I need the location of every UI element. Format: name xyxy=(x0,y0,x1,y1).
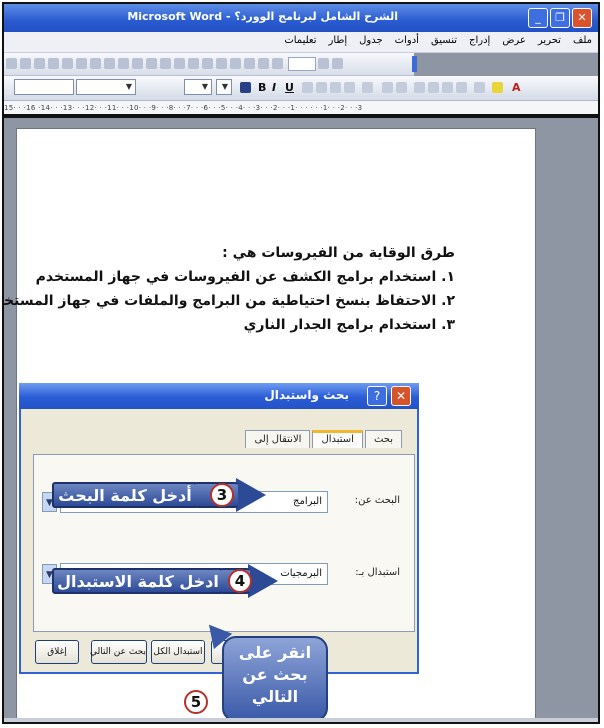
menu-tools[interactable]: أدوات xyxy=(395,35,419,46)
read-icon[interactable] xyxy=(332,58,343,69)
find-value: البرامج xyxy=(293,496,322,507)
align-center-icon[interactable] xyxy=(316,82,327,93)
format-painter-icon[interactable] xyxy=(132,58,143,69)
dialog-close-icon[interactable]: ✕ xyxy=(391,386,411,406)
document-body: طرق الوقاية من الفيروسات هي : ١. استخدام… xyxy=(2,241,455,337)
close-button[interactable]: ✕ xyxy=(572,8,592,28)
status-bar xyxy=(4,718,598,722)
menu-edit[interactable]: تحرير xyxy=(538,35,561,46)
help-icon[interactable]: ? xyxy=(367,386,387,406)
align-right-icon[interactable] xyxy=(302,82,313,93)
tab-goto[interactable]: الانتقال إلى xyxy=(245,430,311,448)
align-left-icon[interactable] xyxy=(330,82,341,93)
list-item: ٢. الاحتفاظ بنسخ احتياطية من البرامج وال… xyxy=(2,293,455,309)
menu-format[interactable]: تنسيق xyxy=(431,35,457,46)
dialog-tabs: بحث استبدال الانتقال إلى xyxy=(245,430,402,448)
insert-table-icon[interactable] xyxy=(202,58,213,69)
find-arrow xyxy=(236,478,266,512)
word-window: الشرح الشامل لبرنامج الوورد؟ - Microsoft… xyxy=(2,2,600,724)
excel-icon[interactable] xyxy=(216,58,227,69)
find-label: البحث عن: xyxy=(354,495,400,506)
rtl-icon[interactable] xyxy=(240,82,251,93)
menu-insert[interactable]: إدراج xyxy=(469,35,490,46)
help-icon[interactable] xyxy=(318,58,329,69)
menu-file[interactable]: ملف xyxy=(573,35,592,46)
font-size-combo[interactable]: ▼ xyxy=(184,79,212,95)
print-icon[interactable] xyxy=(48,58,59,69)
cut-icon[interactable] xyxy=(90,58,101,69)
spell-icon[interactable] xyxy=(76,58,87,69)
open-icon[interactable] xyxy=(20,58,31,69)
window-title: الشرح الشامل لبرنامج الوورد؟ - Microsoft… xyxy=(127,10,398,23)
step4-number: 4 xyxy=(228,569,252,593)
find-callout: أدخل كلمة البحث xyxy=(52,482,198,508)
font-color-icon[interactable]: A xyxy=(512,81,521,94)
dialog-title: بحث واستبدال xyxy=(264,388,349,402)
chevron-down-icon: ▼ xyxy=(201,82,209,91)
tab-replace[interactable]: استبدال xyxy=(312,430,363,448)
ruler-separator xyxy=(4,114,598,118)
show-hide-icon[interactable] xyxy=(272,58,283,69)
step3-number: 3 xyxy=(210,483,234,507)
list-item: ٣. استخدام برامج الجدار الناري xyxy=(243,317,455,333)
dialog-title-bar: بحث واستبدال ? ✕ xyxy=(19,383,419,409)
redo-icon[interactable] xyxy=(160,58,171,69)
replace-arrow xyxy=(248,564,278,598)
menu-bar: ملف تحرير عرض إدراج تنسيق أدوات جدول إطا… xyxy=(4,32,598,53)
menu-help[interactable]: تعليمات xyxy=(284,35,316,46)
underline-icon[interactable]: U xyxy=(285,81,294,94)
copy-icon[interactable] xyxy=(104,58,115,69)
title-bar: الشرح الشامل لبرنامج الوورد؟ - Microsoft… xyxy=(4,4,598,32)
replace-callout: ادخل كلمة الاستبدال xyxy=(52,568,224,594)
increase-indent-icon[interactable] xyxy=(456,82,467,93)
standard-toolbar xyxy=(4,53,414,76)
toolbar-grip[interactable] xyxy=(412,56,417,72)
hyperlink-icon[interactable] xyxy=(174,58,185,69)
find-next-button[interactable]: بحث عن التالي xyxy=(90,640,147,664)
chevron-down-icon: ▼ xyxy=(125,82,133,91)
ltr-icon[interactable] xyxy=(382,82,393,93)
columns-icon[interactable] xyxy=(230,58,241,69)
preview-icon[interactable] xyxy=(62,58,73,69)
replace-all-button[interactable]: استبدال الكل xyxy=(151,640,205,664)
bold-icon[interactable]: B xyxy=(258,81,266,94)
numbering-icon[interactable] xyxy=(414,82,425,93)
highlight-icon[interactable] xyxy=(492,82,503,93)
menu-view[interactable]: عرض xyxy=(502,35,526,46)
paste-icon[interactable] xyxy=(118,58,129,69)
menu-items: ملف تحرير عرض إدراج تنسيق أدوات جدول إطا… xyxy=(284,35,592,46)
replace-label: استبدال بـ: xyxy=(355,567,400,578)
zoom-dropdown[interactable] xyxy=(288,57,316,71)
close-dialog-button[interactable]: إغلاق xyxy=(35,640,79,664)
document-heading: طرق الوقاية من الفيروسات هي : xyxy=(222,245,455,261)
menu-table[interactable]: جدول xyxy=(359,35,383,46)
menu-frame[interactable]: إطار xyxy=(329,35,348,46)
replace-tab-panel: البحث عن: البرامج ▼ استبدال بـ: البرمجيا… xyxy=(33,454,415,632)
chevron-down-icon: ▼ xyxy=(221,82,229,91)
find-next-callout: انقر على بحث عن التالي xyxy=(222,636,328,722)
new-doc-icon[interactable] xyxy=(6,58,17,69)
size-dropdown[interactable]: ▼ xyxy=(216,79,232,95)
italic-icon[interactable]: I xyxy=(272,81,276,94)
replace-value: البرمجيات xyxy=(280,568,322,579)
tab-find[interactable]: بحث xyxy=(364,430,402,448)
line-spacing-icon[interactable] xyxy=(362,82,373,93)
justify-icon[interactable] xyxy=(344,82,355,93)
formatting-toolbar: ▼ ▼ ▼ B I U A xyxy=(4,76,598,101)
doc-map-icon[interactable] xyxy=(258,58,269,69)
tables-icon[interactable] xyxy=(188,58,199,69)
save-icon[interactable] xyxy=(34,58,45,69)
step5-number: 5 xyxy=(184,690,208,714)
drawing-icon[interactable] xyxy=(244,58,255,69)
list-item: ١. استخدام برامج الكشف عن الفيروسات في ج… xyxy=(35,269,455,285)
bullets-icon[interactable] xyxy=(428,82,439,93)
restore-button[interactable]: ❐ xyxy=(550,8,570,28)
minimize-button[interactable]: _ xyxy=(528,8,548,28)
undo-icon[interactable] xyxy=(146,58,157,69)
decrease-indent-icon[interactable] xyxy=(442,82,453,93)
rtl-paragraph-icon[interactable] xyxy=(396,82,407,93)
style-combo[interactable] xyxy=(14,79,74,95)
border-icon[interactable] xyxy=(474,82,485,93)
font-combo[interactable]: ▼ xyxy=(76,79,136,95)
